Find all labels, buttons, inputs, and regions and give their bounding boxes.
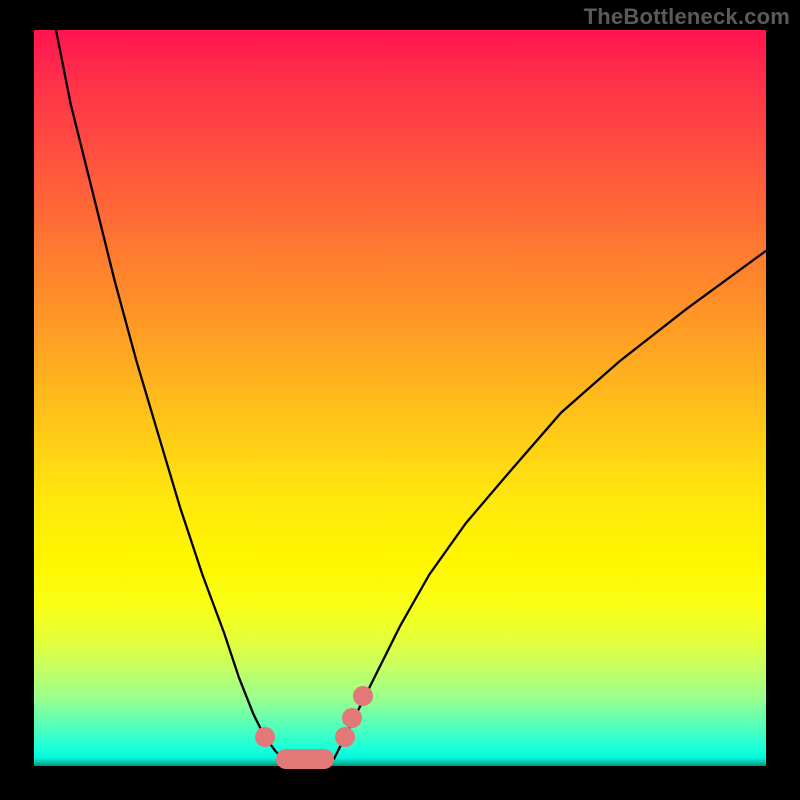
watermark-text: TheBottleneck.com <box>584 4 790 30</box>
plot-area <box>34 30 766 766</box>
curve-layer <box>34 30 766 766</box>
right-mid-dot <box>342 708 362 728</box>
curve-left <box>56 30 283 759</box>
right-upper-dot <box>353 686 373 706</box>
marker-bar <box>276 749 335 769</box>
right-lower-dot <box>335 727 355 747</box>
chart-frame: TheBottleneck.com <box>0 0 800 800</box>
left-upper-dot <box>255 727 275 747</box>
curve-right <box>334 251 766 759</box>
